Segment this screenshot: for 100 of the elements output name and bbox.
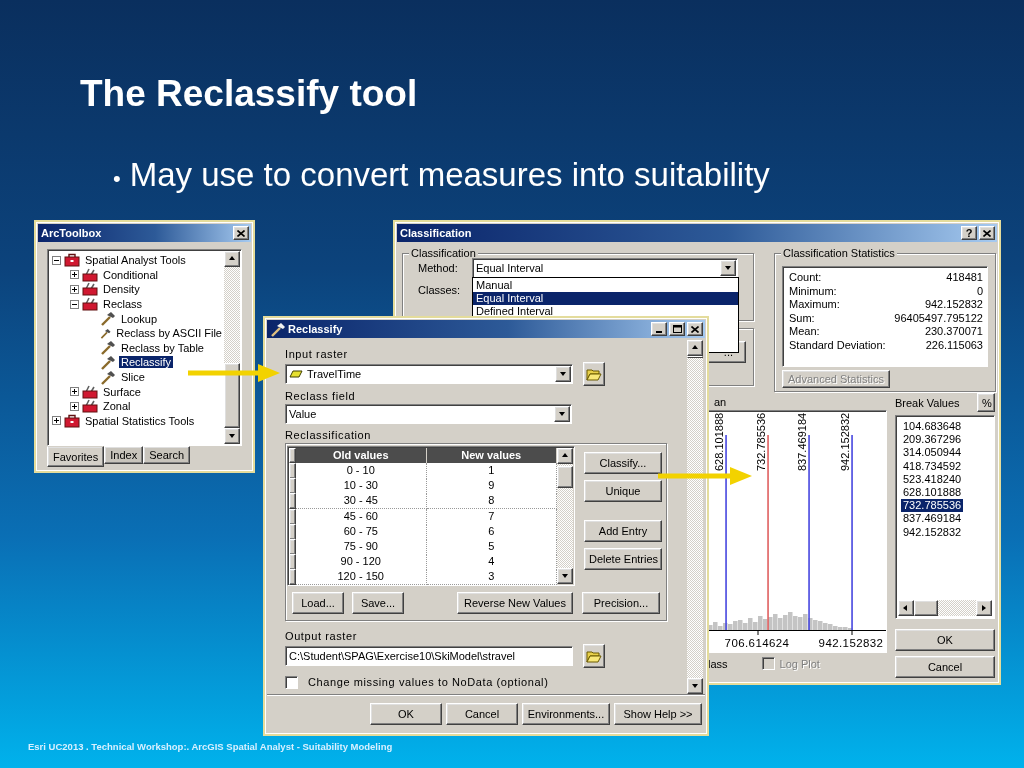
tree-item[interactable]: Spatial Analyst Tools xyxy=(83,254,188,267)
action-button[interactable]: Load... xyxy=(292,592,344,614)
list-item[interactable]: 837.469184 xyxy=(901,512,964,526)
tree-item[interactable]: Reclass by ASCII File xyxy=(114,327,224,340)
raster-layer-icon xyxy=(289,370,303,378)
tree-item[interactable]: Surface xyxy=(101,385,143,398)
list-item[interactable]: 314.050944 xyxy=(901,446,964,460)
expand-icon[interactable] xyxy=(52,416,61,426)
dialog-button[interactable]: Show Help >> xyxy=(614,702,702,725)
scroll-down-button[interactable] xyxy=(687,678,703,694)
action-button[interactable]: Unique xyxy=(584,480,662,502)
scrollbar[interactable] xyxy=(687,340,703,694)
row-selector[interactable] xyxy=(289,463,296,479)
toolset-icon xyxy=(82,384,98,399)
tree-item[interactable]: Reclassify xyxy=(119,356,174,369)
browse-button[interactable] xyxy=(583,362,605,386)
stat-label: Minimum: xyxy=(789,284,837,299)
tree-item[interactable]: Slice xyxy=(119,371,147,384)
scrollbar[interactable] xyxy=(224,251,240,444)
dialog-button[interactable]: Environments... xyxy=(522,702,610,725)
list-item[interactable]: 942.152832 xyxy=(901,525,964,539)
percent-button[interactable]: % xyxy=(977,393,995,412)
action-button[interactable]: Precision... xyxy=(582,592,660,614)
collapse-icon[interactable] xyxy=(52,255,61,265)
dropdown-option[interactable]: Equal Interval xyxy=(473,292,738,305)
collapse-icon[interactable] xyxy=(70,299,79,309)
scroll-up-button[interactable] xyxy=(224,251,240,267)
tree-item[interactable]: Lookup xyxy=(119,312,160,325)
hammer-icon xyxy=(270,321,286,337)
row-selector[interactable] xyxy=(289,478,296,495)
scroll-down-button[interactable] xyxy=(224,428,240,444)
expand-icon[interactable] xyxy=(70,387,79,397)
histogram-title: an xyxy=(714,395,727,408)
axis-label: 706.614624 xyxy=(724,637,790,649)
slide-footer: Esri UC2013 . Technical Workshop:. ArcGIS Spatial Analyst - Suitability Modeling xyxy=(28,741,1024,752)
scrollbar-thumb[interactable] xyxy=(687,356,703,358)
scrollbar[interactable] xyxy=(557,448,573,584)
list-item[interactable]: 104.683648 xyxy=(901,420,964,434)
action-button[interactable]: Reverse New Values xyxy=(457,592,573,614)
dialog-button[interactable]: Cancel xyxy=(446,702,518,725)
row-selector[interactable] xyxy=(289,493,296,510)
dropdown-button[interactable] xyxy=(555,366,571,382)
scroll-right-button[interactable] xyxy=(976,600,992,616)
dialog-button[interactable]: OK xyxy=(370,702,442,725)
list-item[interactable]: 628.101888 xyxy=(901,485,964,500)
scroll-up-button[interactable] xyxy=(687,340,703,356)
browse-button[interactable] xyxy=(583,644,605,668)
scrollbar-thumb[interactable] xyxy=(224,363,240,428)
reclass-field-dropdown[interactable]: Value xyxy=(285,404,572,424)
row-selector[interactable] xyxy=(289,508,296,525)
output-raster-field[interactable]: C:\Student\SPAG\Exercise10\SkiModel\stravel xyxy=(285,646,573,666)
input-raster-dropdown[interactable]: TravelTime xyxy=(285,364,573,384)
scroll-up-button[interactable] xyxy=(557,448,573,464)
expand-icon[interactable] xyxy=(70,401,79,411)
table-cell: 4 xyxy=(426,554,557,571)
dropdown-button[interactable] xyxy=(720,260,736,276)
scrollbar-thumb[interactable] xyxy=(557,466,573,488)
scroll-left-button[interactable] xyxy=(898,600,914,616)
list-item[interactable]: 732.785536 xyxy=(901,499,964,513)
left-arrow-icon xyxy=(902,604,910,612)
tree-item[interactable]: Conditional xyxy=(101,268,161,281)
expand-icon[interactable] xyxy=(70,285,79,294)
toolset-icon xyxy=(82,399,98,414)
tree-item[interactable]: Density xyxy=(101,283,142,296)
table-cell: 90 - 120 xyxy=(296,554,427,571)
close-button[interactable] xyxy=(687,322,703,336)
row-selector[interactable] xyxy=(289,523,296,540)
window-title: ArcToolbox xyxy=(41,227,103,239)
action-button[interactable]: Add Entry xyxy=(584,520,662,542)
action-button[interactable]: Save... xyxy=(352,592,404,614)
row-selector[interactable] xyxy=(289,569,296,586)
list-item[interactable]: 523.418240 xyxy=(901,472,964,486)
tab[interactable]: Favorites xyxy=(47,446,105,467)
tab[interactable]: Index xyxy=(104,446,144,464)
tree-item[interactable]: Reclass xyxy=(101,298,145,311)
row-selector[interactable] xyxy=(289,554,296,571)
close-button[interactable] xyxy=(233,226,249,240)
expand-icon[interactable] xyxy=(70,270,79,280)
maximize-button[interactable] xyxy=(669,322,685,336)
action-button[interactable]: Classify... xyxy=(584,452,662,474)
tree-item[interactable]: Reclass by Table xyxy=(119,341,206,354)
action-button[interactable]: Delete Entries xyxy=(584,548,662,570)
list-item[interactable]: 418.734592 xyxy=(901,459,964,473)
scroll-down-button[interactable] xyxy=(557,568,573,584)
cancel-button[interactable]: Cancel xyxy=(895,656,995,678)
minimize-button[interactable] xyxy=(651,322,667,336)
tab[interactable]: Search xyxy=(143,446,191,464)
dropdown-button[interactable] xyxy=(554,406,570,422)
help-button[interactable]: ? xyxy=(961,226,977,240)
checkbox[interactable] xyxy=(285,676,298,689)
tree-item[interactable]: Spatial Statistics Tools xyxy=(83,414,197,427)
scrollbar[interactable] xyxy=(898,600,992,616)
scrollbar-thumb[interactable] xyxy=(914,600,938,616)
stat-label: Maximum: xyxy=(789,298,840,312)
method-dropdown[interactable]: Equal Interval xyxy=(472,258,738,278)
ok-button[interactable]: OK xyxy=(895,629,995,651)
row-selector[interactable] xyxy=(289,538,296,555)
list-item[interactable]: 209.367296 xyxy=(901,433,964,447)
tree-item[interactable]: Zonal xyxy=(101,400,133,413)
close-button[interactable] xyxy=(979,226,995,240)
